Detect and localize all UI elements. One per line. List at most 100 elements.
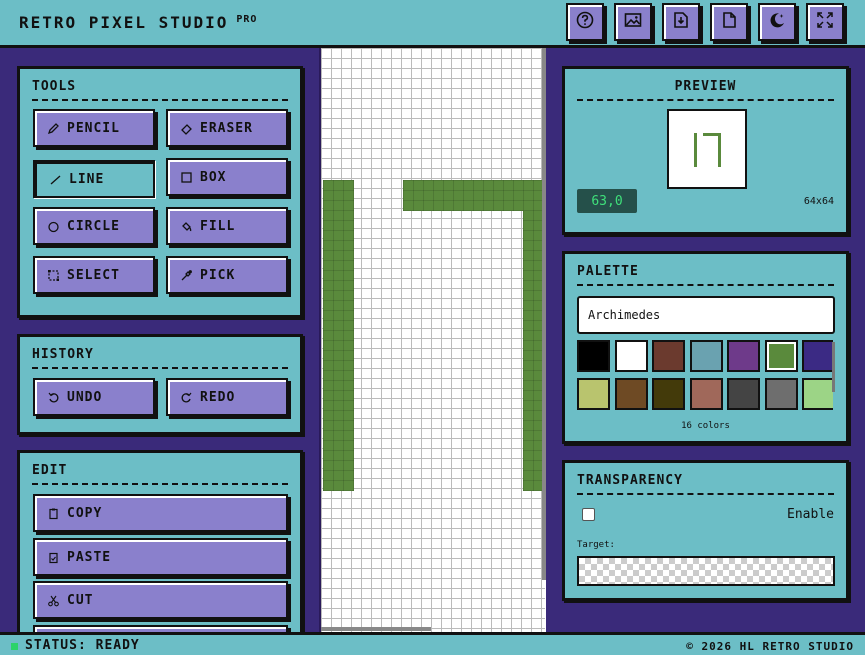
redo-button[interactable]: REDO xyxy=(166,378,288,416)
help-button[interactable] xyxy=(566,3,604,41)
tool-box-label: BOX xyxy=(200,169,227,185)
palette-swatch[interactable] xyxy=(614,340,648,372)
palette-panel: PALETTE Archimedes 16 colors xyxy=(562,251,849,444)
palette-swatches xyxy=(577,340,833,412)
undo-icon xyxy=(47,391,60,404)
transparency-target-swatch[interactable] xyxy=(577,556,835,586)
copyright-text: © 2026 HL RETRO STUDIO xyxy=(686,640,854,653)
picker-icon xyxy=(180,269,193,282)
palette-select[interactable]: Archimedes xyxy=(577,296,835,334)
undo-button[interactable]: UNDO xyxy=(33,378,155,416)
tool-pick-label: PICK xyxy=(200,267,236,283)
drawing-canvas[interactable] xyxy=(319,48,546,632)
paste-label: PASTE xyxy=(67,549,112,565)
eraser-icon xyxy=(180,122,193,135)
tool-box-button[interactable]: BOX xyxy=(166,158,288,196)
tool-line-label: LINE xyxy=(69,171,105,187)
palette-swatch[interactable] xyxy=(727,378,760,410)
fullscreen-button[interactable] xyxy=(806,3,844,41)
palette-swatch[interactable] xyxy=(764,378,798,410)
undo-label: UNDO xyxy=(67,389,103,405)
status-indicator-icon xyxy=(11,643,18,650)
palette-swatch[interactable] xyxy=(689,378,723,410)
tool-line-button[interactable]: LINE xyxy=(33,160,155,198)
tool-eraser-button[interactable]: ERASER xyxy=(166,109,288,147)
tool-fill-button[interactable]: FILL xyxy=(166,207,288,245)
fullscreen-icon xyxy=(816,11,834,33)
preview-title: PREVIEW xyxy=(577,79,834,101)
paste-button[interactable]: PASTE xyxy=(33,538,288,576)
history-panel: HISTORY UNDO REDO xyxy=(17,334,303,435)
line-icon xyxy=(49,173,62,186)
select-icon xyxy=(47,269,60,282)
copy-icon xyxy=(47,507,60,520)
edit-title: EDIT xyxy=(32,463,288,485)
box-icon xyxy=(180,171,193,184)
image-button[interactable] xyxy=(614,3,652,41)
history-title: HISTORY xyxy=(32,347,288,369)
copy-label: COPY xyxy=(67,505,103,521)
paste-icon xyxy=(47,551,60,564)
cut-button[interactable]: CUT xyxy=(33,581,288,619)
circle-icon xyxy=(47,220,60,233)
app-title-text: RETRO PIXEL STUDIO xyxy=(19,13,229,32)
transparency-panel: TRANSPARENCY Enable Target: xyxy=(562,460,849,601)
app-header: RETRO PIXEL STUDIO PRO xyxy=(0,0,865,48)
tool-circle-label: CIRCLE xyxy=(67,218,120,234)
tool-pencil-button[interactable]: PENCIL xyxy=(33,109,155,147)
tool-pick-button[interactable]: PICK xyxy=(166,256,288,294)
preview-thumbnail xyxy=(667,109,747,189)
status-bar: STATUS: READY © 2026 HL RETRO STUDIO xyxy=(0,632,865,655)
cut-label: CUT xyxy=(67,592,94,608)
palette-swatch[interactable] xyxy=(764,340,798,372)
palette-swatch[interactable] xyxy=(577,378,610,410)
tools-panel: TOOLS PENCIL ERASER LINE BOX CIRCLE FILL… xyxy=(17,66,303,318)
download-button[interactable] xyxy=(662,3,700,41)
status-text: STATUS: READY xyxy=(25,638,140,653)
palette-swatch[interactable] xyxy=(652,340,685,372)
scissors-icon xyxy=(47,594,60,607)
transparency-enable-label: Enable xyxy=(787,507,834,522)
palette-swatch[interactable] xyxy=(727,340,760,372)
tool-eraser-label: ERASER xyxy=(200,120,253,136)
preview-panel: PREVIEW 63,0 64x64 xyxy=(562,66,849,235)
redo-label: REDO xyxy=(200,389,236,405)
fill-icon xyxy=(180,220,193,233)
transparency-enable-checkbox[interactable] xyxy=(582,508,595,521)
moon-icon xyxy=(768,11,786,33)
question-icon xyxy=(576,11,594,33)
tool-select-button[interactable]: SELECT xyxy=(33,256,155,294)
palette-swatch[interactable] xyxy=(689,340,723,372)
palette-scrollbar[interactable] xyxy=(832,342,835,392)
palette-swatch[interactable] xyxy=(802,378,833,410)
copy-button[interactable]: COPY xyxy=(33,494,288,532)
tool-pencil-label: PENCIL xyxy=(67,120,120,136)
canvas-vertical-scrollbar[interactable] xyxy=(542,48,546,580)
transparency-title: TRANSPARENCY xyxy=(577,473,834,495)
app-title: RETRO PIXEL STUDIO PRO xyxy=(19,13,257,32)
palette-swatch[interactable] xyxy=(614,378,648,410)
download-icon xyxy=(672,11,690,33)
file-icon xyxy=(720,11,738,33)
palette-swatch[interactable] xyxy=(652,378,685,410)
palette-swatch[interactable] xyxy=(577,340,610,372)
tool-fill-label: FILL xyxy=(200,218,236,234)
palette-title: PALETTE xyxy=(577,264,834,286)
canvas-horizontal-scrollbar[interactable] xyxy=(321,627,431,631)
redo-icon xyxy=(180,391,193,404)
palette-swatch[interactable] xyxy=(802,340,833,372)
cursor-coordinates: 63,0 xyxy=(577,189,637,213)
palette-color-count: 16 colors xyxy=(681,421,730,431)
tools-title: TOOLS xyxy=(32,79,288,101)
pixel-grid[interactable] xyxy=(321,48,545,632)
edit-panel: EDIT COPY PASTE CUT xyxy=(17,450,303,655)
tool-circle-button[interactable]: CIRCLE xyxy=(33,207,155,245)
new-file-button[interactable] xyxy=(710,3,748,41)
pencil-icon xyxy=(47,122,60,135)
pixel-stroke-left xyxy=(323,180,354,491)
transparency-target-label: Target: xyxy=(577,540,615,550)
tool-select-label: SELECT xyxy=(67,267,120,283)
theme-button[interactable] xyxy=(758,3,796,41)
canvas-dimensions: 64x64 xyxy=(803,196,834,207)
pro-badge: PRO xyxy=(236,14,258,25)
